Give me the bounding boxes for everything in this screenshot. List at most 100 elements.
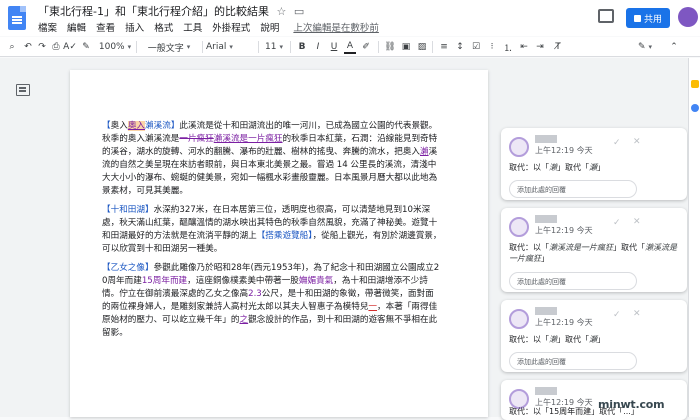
reply-field[interactable]: 添加此處的回覆 (509, 352, 637, 370)
font-size-select[interactable]: 11 (262, 40, 286, 54)
font-value: Arial (206, 42, 227, 52)
folder-icon[interactable]: ▭ (294, 5, 304, 18)
menu-format[interactable]: 格式 (154, 23, 173, 34)
collapse-toolbar-icon[interactable]: ⌃ (668, 40, 680, 54)
keep-icon[interactable] (691, 80, 699, 88)
inserted-number[interactable]: 2.3 (248, 289, 262, 299)
inserted-text[interactable]: 奧入 (127, 121, 146, 131)
suggestion-body: 取代：以「瀨」取代「瀬」 (509, 163, 605, 172)
formatting-toolbar: ⌕ ↶ ↷ ⎙ A✓ ✎ 100% 一般文字 Arial 11 B I U A … (0, 37, 700, 57)
menu-insert[interactable]: 插入 (125, 23, 144, 34)
document-title[interactable]: 「東北行程-1」和「東北行程介紹」的比較結果 (38, 5, 269, 18)
last-edit-link[interactable]: 上次編輯是在數秒前 (293, 23, 379, 34)
watermark: minwt.com (598, 398, 665, 411)
menu-file[interactable]: 檔案 (38, 23, 57, 34)
heading-text: 瀨溪流 (145, 121, 171, 131)
editing-mode-icon[interactable]: ✎ (634, 40, 656, 54)
heading-text: 十和田湖 (110, 205, 145, 215)
comment-history-icon[interactable] (598, 9, 614, 23)
bracket-close: 】 (145, 205, 154, 215)
text-color-icon[interactable]: A (344, 40, 356, 54)
spellcheck-icon[interactable]: A✓ (63, 40, 77, 54)
inserted-text[interactable]: 15周年而建 (142, 276, 187, 286)
menu-view[interactable]: 查看 (96, 23, 115, 34)
bulleted-list-icon[interactable]: ⁝ (486, 40, 498, 54)
zoom-value: 100% (98, 42, 125, 52)
highlight-icon[interactable]: ✐ (360, 40, 372, 54)
suggestion-body: 取代：以「瀨溪流是一片瘋狂」取代「瀨溪流是一片瘋狂」 (509, 243, 677, 263)
author-name-redacted (535, 135, 557, 143)
print-icon[interactable]: ⎙ (50, 40, 62, 54)
document-page[interactable]: 【奧入奧入瀨溪流】此溪流是從十和田湖流出的唯一河川，已成為國立公園的代表景觀。秋… (70, 70, 488, 417)
menu-help[interactable]: 說明 (260, 23, 279, 34)
accept-check-icon[interactable]: ✓ (613, 138, 621, 148)
underline-icon[interactable]: U (328, 40, 340, 54)
image-icon[interactable]: ▨ (416, 40, 428, 54)
reject-x-icon[interactable]: ✕ (633, 309, 641, 319)
checklist-icon[interactable]: ☑ (470, 40, 482, 54)
inserted-text[interactable]: 瀨溪流是一片瘋狂 (214, 134, 283, 144)
reject-x-icon[interactable]: ✕ (633, 217, 641, 227)
increase-indent-icon[interactable]: ⇥ (534, 40, 546, 54)
add-comment-icon[interactable]: ▣ (400, 40, 412, 54)
menu-edit[interactable]: 編輯 (67, 23, 86, 34)
star-icon[interactable]: ☆ (276, 5, 286, 18)
top-bar: 「東北行程-1」和「東北行程介紹」的比較結果 ☆ ▭ 檔案 編輯 查看 插入 格… (0, 0, 700, 36)
link-icon[interactable]: ⛓ (384, 40, 396, 54)
avatar (509, 309, 529, 329)
highlight-link[interactable]: 【搭乘遊覽船】 (257, 231, 313, 241)
document-outline-icon[interactable] (16, 84, 30, 96)
account-avatar[interactable] (678, 7, 698, 27)
inserted-text[interactable]: 之 (240, 315, 249, 325)
suggestion-card[interactable]: 上午12:19 今天 ✓ ✕ 取代：以「瀨溪流是一片瘋狂」取代「瀨溪流是一片瘋狂… (501, 208, 687, 292)
comment-time: 上午12:19 今天 (535, 146, 593, 155)
share-button[interactable]: 共用 (626, 8, 670, 28)
document-title-row: 「東北行程-1」和「東北行程介紹」的比較結果 ☆ ▭ (38, 3, 304, 19)
line-spacing-icon[interactable]: ↕ (454, 40, 466, 54)
watermark-text: minwt.com (598, 398, 665, 411)
toolbar-divider (290, 41, 291, 53)
tasks-icon[interactable] (691, 104, 699, 112)
toolbar-divider (378, 41, 379, 53)
body-text: 的秋季日本紅葉， (282, 134, 352, 145)
inserted-text[interactable]: 一 (368, 302, 377, 312)
bracket-close: 】 (145, 263, 154, 273)
paragraph-style-value: 一般文字 (147, 43, 184, 54)
menu-addons[interactable]: 外掛程式 (212, 23, 250, 34)
menu-tools[interactable]: 工具 (183, 23, 202, 34)
inserted-text[interactable]: 瀨 (420, 147, 429, 157)
comment-time: 上午12:19 今天 (535, 318, 593, 327)
reply-field[interactable]: 添加此處的回覆 (509, 272, 637, 290)
zoom-select[interactable]: 100% (96, 40, 134, 54)
accept-check-icon[interactable]: ✓ (613, 218, 621, 228)
deleted-text[interactable]: 一片瘋狂 (179, 134, 213, 144)
redo-icon[interactable]: ↷ (36, 40, 48, 54)
body-text: ，這座銅像樸素美中帶著一股 (187, 276, 299, 287)
side-panel-rail (688, 58, 700, 417)
align-left-icon[interactable]: ≡ (438, 40, 450, 54)
font-select[interactable]: Arial (206, 40, 256, 54)
font-size-value: 11 (265, 42, 277, 52)
author-name-redacted (535, 387, 557, 395)
reply-field[interactable]: 添加此處的回覆 (509, 180, 637, 198)
bold-icon[interactable]: B (296, 40, 308, 54)
paint-format-icon[interactable]: ✎ (80, 40, 92, 54)
reject-x-icon[interactable]: ✕ (633, 137, 641, 147)
docs-logo-icon[interactable] (8, 6, 26, 30)
lock-icon (633, 14, 641, 22)
numbered-list-icon[interactable]: ⒈ (502, 40, 514, 54)
bracket-open: 【 (102, 205, 111, 215)
suggestion-card[interactable]: 上午12:19 今天 ✓ ✕ 取代：以「瀨」取代「瀬」 添加此處的回覆 (501, 300, 687, 372)
italic-icon[interactable]: I (312, 40, 324, 54)
accept-check-icon[interactable]: ✓ (613, 310, 621, 320)
avatar (509, 217, 529, 237)
search-menus-icon[interactable]: ⌕ (6, 40, 18, 54)
inserted-text[interactable]: 嫵媚貴氣 (299, 276, 333, 286)
toolbar-divider (136, 41, 137, 53)
decrease-indent-icon[interactable]: ⇤ (518, 40, 530, 54)
clear-formatting-icon[interactable]: T̸ (552, 40, 564, 54)
paragraph-style-select[interactable]: 一般文字 (140, 40, 198, 54)
suggestion-card[interactable]: 上午12:19 今天 ✓ ✕ 取代：以「瀨」取代「瀬」 添加此處的回覆 (501, 128, 687, 200)
undo-icon[interactable]: ↶ (22, 40, 34, 54)
heading-text: 乙女之像 (110, 263, 145, 273)
